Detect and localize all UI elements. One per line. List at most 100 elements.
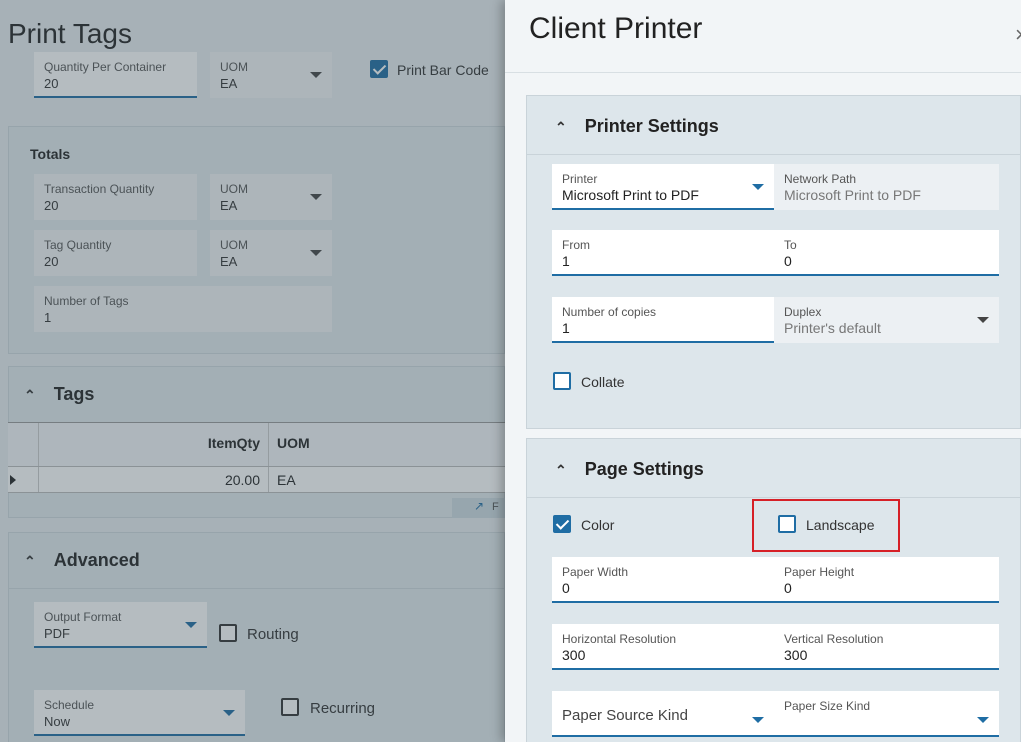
advanced-section-toggle[interactable]: ⌃ Advanced	[24, 550, 140, 571]
printer-settings-toggle[interactable]: ⌃ Printer Settings	[555, 116, 719, 137]
field-value: 20	[44, 198, 59, 213]
field-value: Now	[44, 714, 71, 729]
number-of-copies-input[interactable]: Number of copies 1	[552, 297, 774, 343]
chevron-up-icon: ⌃	[555, 462, 567, 478]
chevron-down-icon	[977, 317, 989, 323]
column-header-itemqty[interactable]: ItemQty	[38, 423, 268, 466]
close-icon[interactable]: ×	[1015, 22, 1021, 48]
field-value: 20	[44, 254, 59, 269]
transaction-quantity-field: Transaction Quantity 20	[34, 174, 197, 220]
routing-label: Routing	[247, 626, 299, 643]
from-input[interactable]: From 1	[552, 230, 774, 276]
print-bar-code-label: Print Bar Code	[397, 62, 489, 78]
field-label: Vertical Resolution	[784, 632, 884, 646]
field-value: 300	[784, 647, 808, 663]
field-placeholder: Paper Source Kind	[562, 707, 688, 724]
paper-width-input[interactable]: Paper Width 0	[552, 557, 774, 603]
column-header-uom[interactable]: UOM	[268, 423, 505, 466]
number-of-tags-field: Number of Tags 1	[34, 286, 332, 332]
field-value: EA	[220, 254, 238, 269]
field-label: Paper Height	[784, 565, 855, 579]
color-label: Color	[581, 517, 615, 533]
uom-select-top[interactable]: UOM EA	[210, 52, 332, 98]
chevron-down-icon	[223, 710, 235, 716]
chevron-up-icon: ⌃	[24, 387, 36, 403]
field-value: Microsoft Print to PDF	[784, 187, 921, 203]
totals-heading: Totals	[30, 146, 71, 162]
output-format-select[interactable]: Output Format PDF	[34, 602, 207, 648]
chevron-down-icon	[752, 184, 764, 190]
schedule-select[interactable]: Schedule Now	[34, 690, 245, 736]
page-settings-toggle[interactable]: ⌃ Page Settings	[555, 459, 704, 480]
field-value: 0	[784, 580, 792, 596]
tags-section-toggle[interactable]: ⌃ Tags	[24, 384, 94, 405]
print-bar-code-checkbox[interactable]	[370, 60, 388, 78]
field-value: Microsoft Print to PDF	[562, 187, 699, 203]
field-label: Tag Quantity	[44, 238, 112, 252]
routing-checkbox[interactable]	[219, 624, 237, 642]
divider	[527, 154, 1021, 155]
table-row[interactable]: 20.00 EA	[8, 467, 505, 493]
tag-quantity-field: Tag Quantity 20	[34, 230, 197, 276]
expand-button[interactable]: ↗ F	[452, 498, 505, 518]
recurring-label: Recurring	[310, 700, 376, 717]
field-label: From	[562, 238, 590, 252]
field-label: Number of Tags	[44, 294, 129, 308]
paper-size-kind-select[interactable]: Paper Size Kind	[774, 691, 999, 737]
section-heading: Page Settings	[584, 459, 704, 479]
expand-label: F	[492, 501, 499, 513]
field-label: Printer	[562, 172, 598, 186]
grid-header-row: ItemQty UOM	[8, 423, 505, 467]
field-label: Network Path	[784, 172, 857, 186]
field-label: Transaction Quantity	[44, 182, 155, 196]
page-title: Print Tags	[8, 18, 132, 49]
field-label: Quantity Per Container	[44, 60, 167, 74]
vertical-resolution-input[interactable]: Vertical Resolution 300	[774, 624, 999, 670]
field-value: 1	[562, 320, 570, 336]
divider	[8, 588, 505, 589]
field-label: Paper Width	[562, 565, 629, 579]
recurring-checkbox[interactable]	[281, 698, 299, 716]
paper-source-kind-select[interactable]: Paper Source Kind	[552, 691, 774, 737]
field-label: Duplex	[784, 305, 822, 319]
field-value: 20	[44, 76, 59, 91]
cell-itemqty: 20.00	[38, 467, 268, 492]
field-label: To	[784, 238, 797, 252]
field-label: Schedule	[44, 698, 95, 712]
field-value: 1	[44, 310, 52, 325]
field-label: UOM	[220, 182, 248, 196]
chevron-down-icon	[310, 250, 322, 256]
section-heading: Advanced	[53, 550, 140, 570]
divider	[527, 497, 1021, 498]
client-printer-panel: Client Printer × ⌃ Printer Settings Print…	[505, 0, 1021, 742]
tags-grid: ItemQty UOM 20.00 EA	[8, 422, 505, 493]
collate-checkbox[interactable]	[553, 372, 571, 390]
field-value: 300	[562, 647, 586, 663]
printer-select[interactable]: Printer Microsoft Print to PDF	[552, 164, 774, 210]
chevron-down-icon	[752, 717, 764, 723]
section-heading: Printer Settings	[584, 116, 719, 136]
field-value: Printer's default	[784, 320, 881, 336]
field-label: Paper Size Kind	[784, 699, 871, 713]
quantity-per-container-field[interactable]: Quantity Per Container 20	[34, 52, 197, 98]
paper-height-input[interactable]: Paper Height 0	[774, 557, 999, 603]
panel-title: Client Printer	[529, 12, 703, 45]
field-value: 0	[562, 580, 570, 596]
uom-select-2[interactable]: UOM EA	[210, 230, 332, 276]
color-checkbox[interactable]	[553, 515, 571, 533]
to-input[interactable]: To 0	[774, 230, 999, 276]
chevron-down-icon	[310, 194, 322, 200]
printer-settings-section: ⌃ Printer Settings Printer Microsoft Prin…	[526, 95, 1021, 429]
field-label: Number of copies	[562, 305, 657, 319]
field-value: EA	[220, 198, 238, 213]
horizontal-resolution-input[interactable]: Horizontal Resolution 300	[552, 624, 774, 670]
duplex-select[interactable]: Duplex Printer's default	[774, 297, 999, 343]
network-path-field: Network Path Microsoft Print to PDF	[774, 164, 999, 210]
collate-label: Collate	[581, 374, 625, 390]
field-label: Output Format	[44, 610, 122, 624]
divider	[505, 72, 1021, 73]
field-value: PDF	[44, 626, 70, 641]
field-label: UOM	[220, 60, 248, 74]
expand-icon: ↗	[474, 499, 485, 513]
uom-select-1[interactable]: UOM EA	[210, 174, 332, 220]
